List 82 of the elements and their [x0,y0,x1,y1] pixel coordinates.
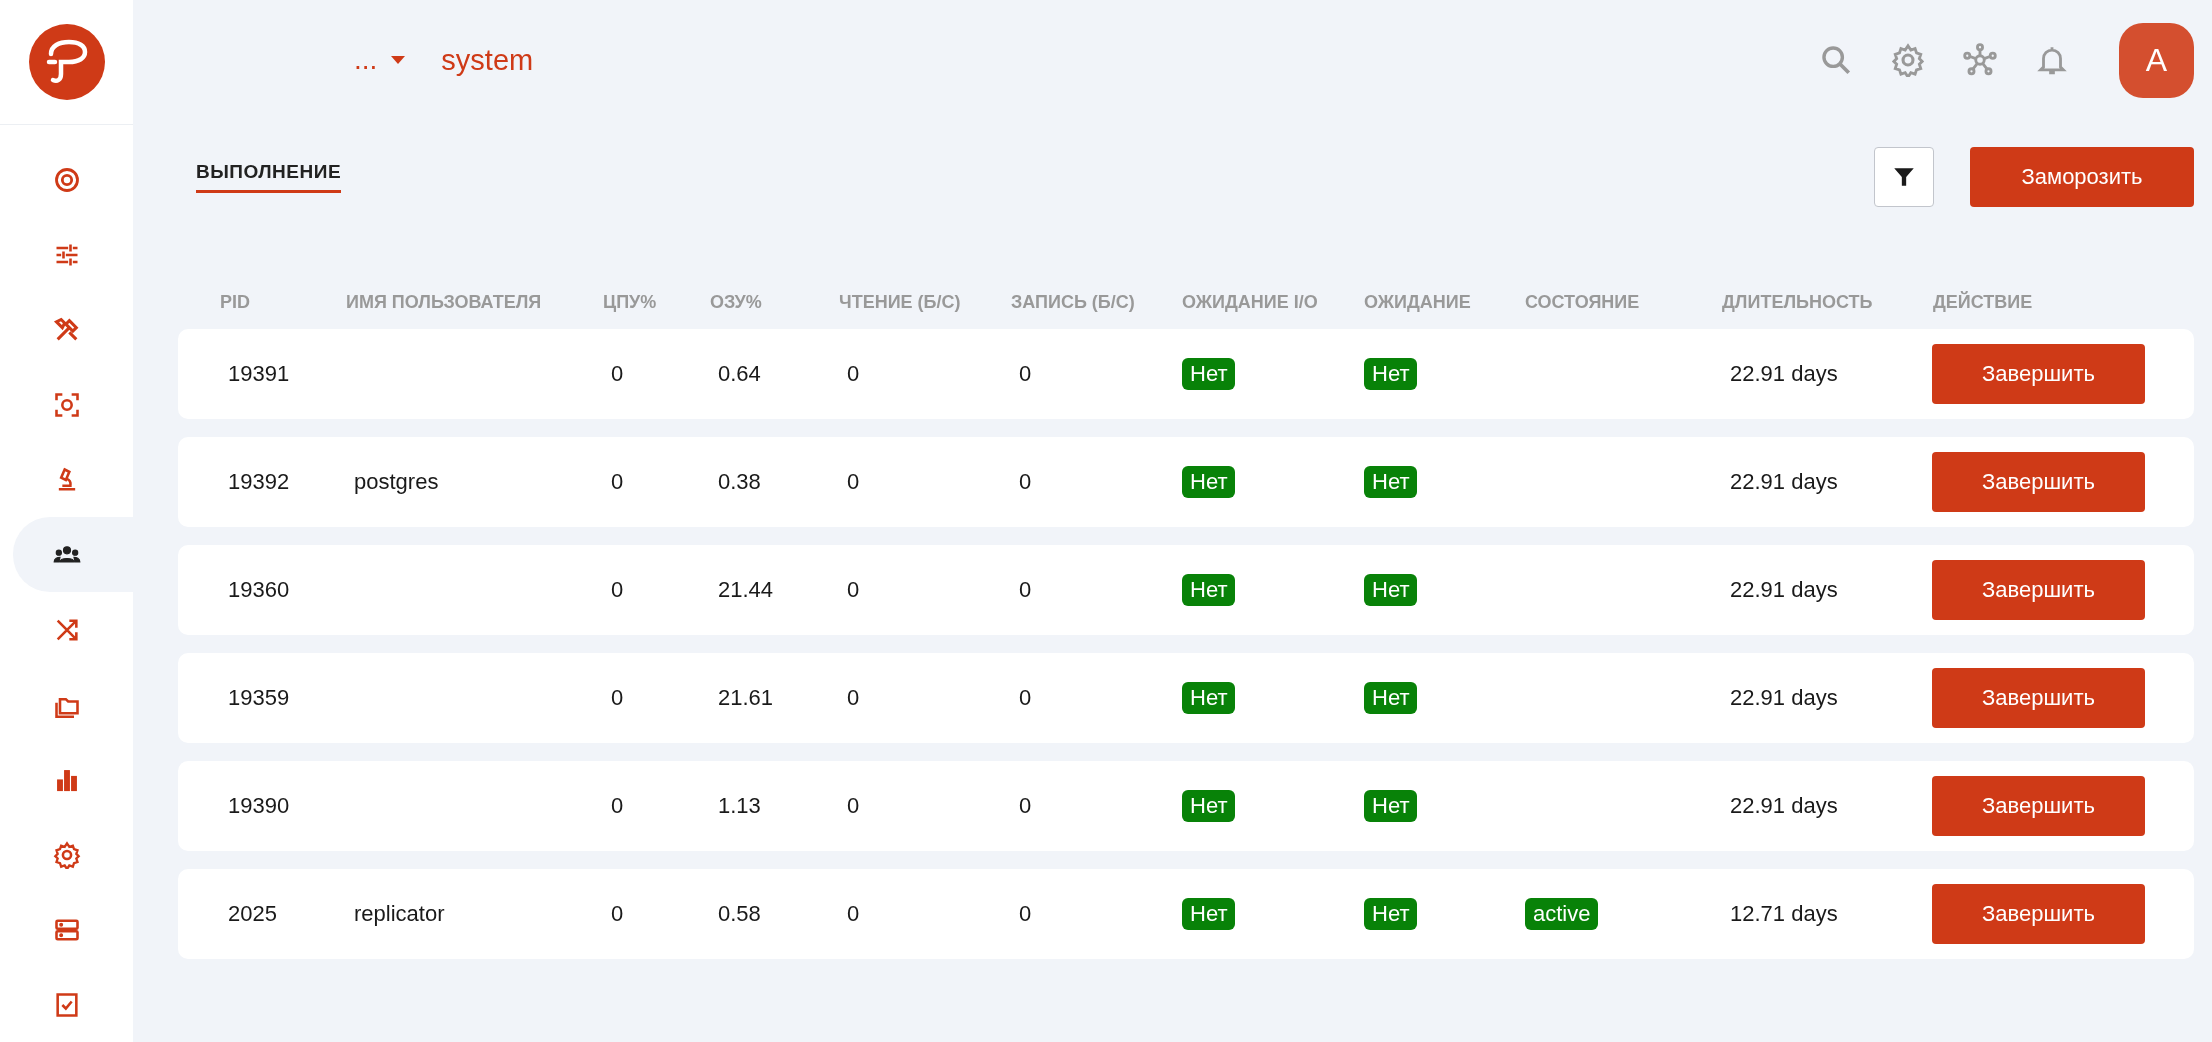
column-header: ОЖИДАНИЕ [1364,291,1472,313]
table-cell: 0 [1019,577,1032,603]
settings-icon[interactable] [1891,43,1925,77]
table-cell: 0.58 [718,901,761,927]
table-cell: 0 [611,469,624,495]
focus-icon [52,390,81,419]
status-badge: Нет [1182,574,1236,606]
terminate-button[interactable]: Завершить [1932,452,2145,512]
table-cell: 0 [1019,469,1032,495]
status-badge: Нет [1364,790,1418,822]
table-cell: 19359 [228,685,290,711]
table-cell: 2025 [228,901,277,927]
table-cell: 0 [847,577,860,603]
table-cell: 0 [1019,361,1032,387]
table-cell: 0 [847,469,860,495]
network-icon[interactable] [1963,43,1997,77]
terminate-button[interactable]: Завершить [1932,560,2145,620]
logo-icon [28,24,105,100]
column-header: ЦПУ% [603,291,658,313]
tab[interactable]: ВЫПОЛНЕНИЕ [196,161,342,193]
status-badge: Нет [1364,466,1418,498]
column-header: PID [220,291,251,313]
table-cell: postgres [354,469,439,495]
terminate-button[interactable]: Завершить [1932,884,2145,944]
column-header: ДЕЙСТВИЕ [1933,291,2034,313]
table-cell: 0 [611,685,624,711]
column-header: ДЛИТЕЛЬНОСТЬ [1722,291,1874,313]
table-cell: 0.64 [718,361,761,387]
status-badge: Нет [1182,466,1236,498]
gear-icon [52,840,81,869]
table-cell: 19360 [228,577,290,603]
status-badge: Нет [1182,790,1236,822]
table-cell: 19392 [228,469,290,495]
table-cell: 22.91 days [1730,469,1838,495]
caret-icon [391,56,406,64]
freeze-button[interactable]: Заморозить [1970,147,2194,207]
table-cell: 12.71 days [1730,901,1838,927]
avatar[interactable]: A [2119,22,2194,98]
table-cell: 0 [611,361,624,387]
status-badge: Нет [1182,358,1236,390]
column-header: СОСТОЯНИЕ [1525,291,1641,313]
column-header: ОЖИДАНИЕ I/O [1182,291,1319,313]
table-cell: 0 [847,361,860,387]
table-cell: 0 [847,901,860,927]
status-badge: active [1525,898,1599,930]
table-cell: 0 [611,901,624,927]
table-cell: 19390 [228,793,290,819]
breadcrumb-dropdown[interactable]: ... [354,44,406,76]
table-cell: 0 [847,685,860,711]
table-cell: 1.13 [718,793,761,819]
page-title: system [441,43,534,77]
status-badge: Нет [1364,574,1418,606]
table-cell: 0.38 [718,469,761,495]
target-icon [52,165,81,194]
table-cell: replicator [354,901,445,927]
table-cell: 19391 [228,361,290,387]
column-header: ЗАПИСЬ (Б/С) [1011,291,1136,313]
column-header: ЧТЕНИЕ (Б/С) [839,291,962,313]
table-cell: 21.61 [718,685,774,711]
table-cell: 0 [1019,685,1032,711]
table-cell: 0 [611,577,624,603]
column-header: ИМЯ ПОЛЬЗОВАТЕЛЯ [346,291,543,313]
table-cell: 0 [1019,793,1032,819]
terminate-button[interactable]: Завершить [1932,668,2145,728]
column-header: ОЗУ% [710,291,763,313]
table-cell: 0 [1019,901,1032,927]
filter-button[interactable] [1874,147,1934,207]
table-cell: 0 [847,793,860,819]
status-badge: Нет [1182,898,1236,930]
terminate-button[interactable]: Завершить [1932,344,2145,404]
status-badge: Нет [1364,682,1418,714]
table-cell: 21.44 [718,577,774,603]
status-badge: Нет [1364,358,1418,390]
table-cell: 22.91 days [1730,793,1838,819]
status-badge: Нет [1364,898,1418,930]
table-cell: 0 [611,793,624,819]
search-icon[interactable] [1819,43,1853,77]
terminate-button[interactable]: Завершить [1932,776,2145,836]
table-cell: 22.91 days [1730,361,1838,387]
table-cell: 22.91 days [1730,577,1838,603]
status-badge: Нет [1182,682,1236,714]
table-cell: 22.91 days [1730,685,1838,711]
